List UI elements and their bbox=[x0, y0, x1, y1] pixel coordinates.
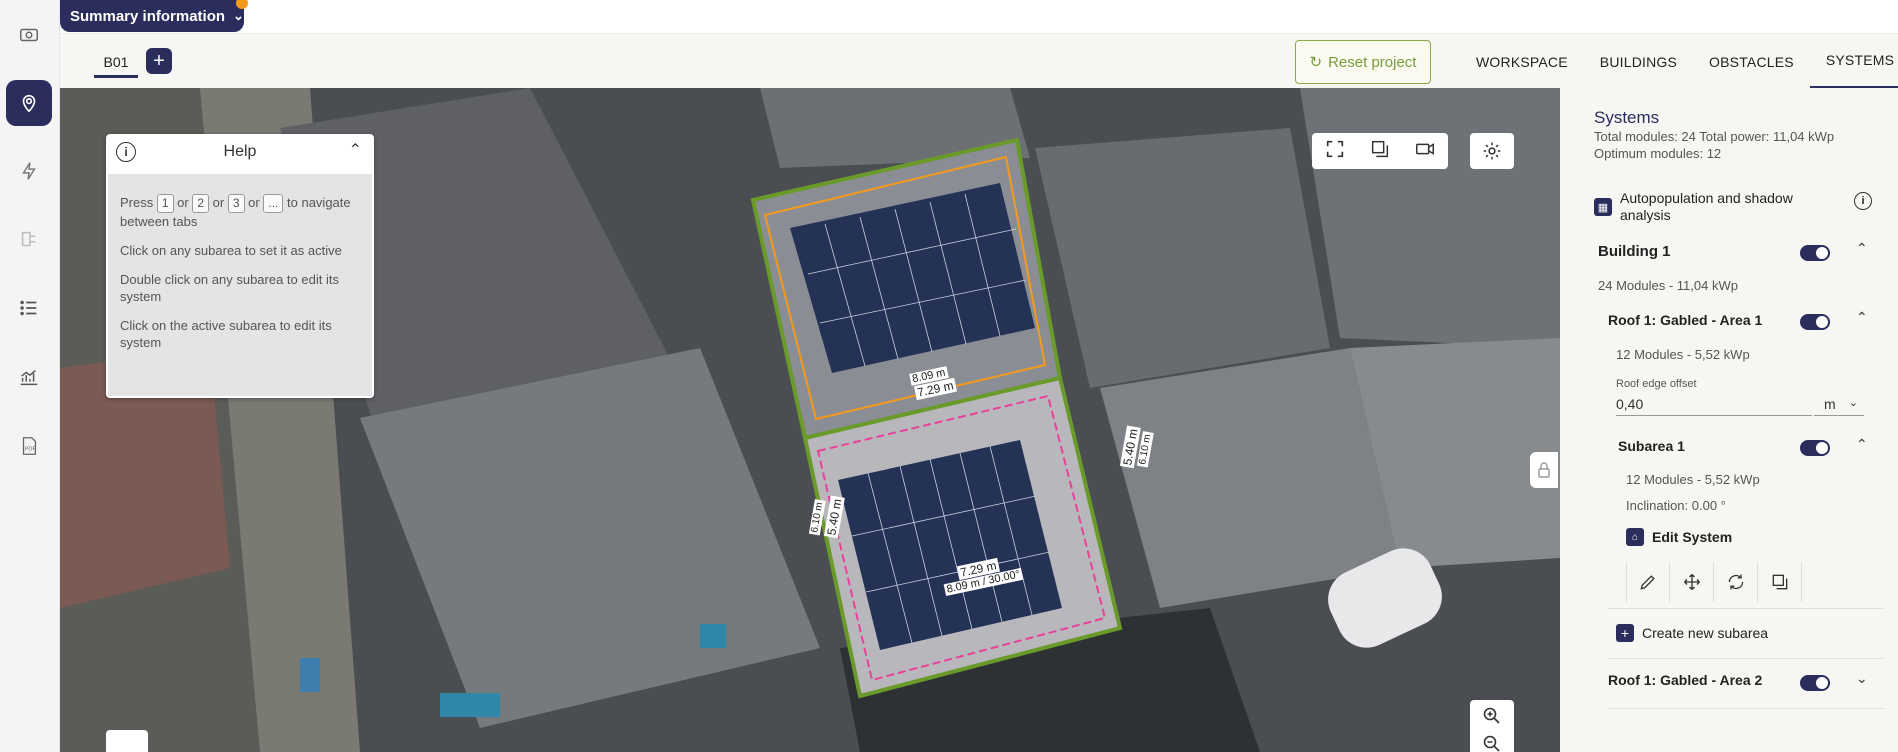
key-more: ... bbox=[263, 194, 284, 213]
roof-area-2-toggle[interactable] bbox=[1800, 675, 1830, 691]
key-1: 1 bbox=[156, 194, 174, 213]
roof-area-1-toggle[interactable] bbox=[1800, 314, 1830, 330]
autopopulation-label: Autopopulation and shadow analysis bbox=[1620, 190, 1793, 223]
subarea-1-label[interactable]: Subarea 1 bbox=[1618, 438, 1685, 454]
settings-gear-icon[interactable] bbox=[1470, 133, 1514, 169]
reset-project-button[interactable]: ↻ Reset project bbox=[1295, 40, 1431, 84]
building-1-toggle[interactable] bbox=[1800, 245, 1830, 261]
grid-icon: ▦ bbox=[1594, 198, 1612, 216]
help-line-keys: Press 1 or 2 or 3 or ... to navigate bet… bbox=[120, 194, 351, 229]
help-line-edit: Click on the active subarea to edit its … bbox=[120, 318, 332, 350]
create-subarea-button[interactable]: + Create new subarea bbox=[1616, 624, 1768, 642]
roof-edge-offset-input[interactable]: 0,40 bbox=[1616, 396, 1812, 416]
left-navigation-rail: PDF bbox=[0, 0, 60, 752]
building-1-summary: 24 Modules - 11,04 kWp bbox=[1598, 278, 1738, 293]
help-title: Help bbox=[223, 143, 257, 160]
unit-select[interactable]: m ⌄ bbox=[1814, 396, 1864, 416]
video-camera-icon[interactable] bbox=[1414, 138, 1436, 165]
fullscreen-icon[interactable] bbox=[1324, 138, 1346, 165]
chevron-up-icon[interactable]: ⌃ bbox=[349, 140, 362, 160]
pdf-icon[interactable]: PDF bbox=[6, 423, 52, 469]
edit-system-label: Edit System bbox=[1652, 529, 1733, 545]
tab-systems[interactable]: SYSTEMS bbox=[1809, 34, 1898, 89]
help-line-double-click: Double click on any subarea to edit its … bbox=[120, 272, 339, 304]
key-2: 2 bbox=[192, 194, 210, 213]
duplicate-icon[interactable] bbox=[1758, 562, 1802, 602]
map-layers-icon[interactable] bbox=[1369, 138, 1391, 165]
chart-icon[interactable] bbox=[6, 354, 52, 400]
subarea-1-toggle[interactable] bbox=[1800, 440, 1830, 456]
main-tabs: WORKSPACE BUILDINGS OBSTACLES SYSTEMS bbox=[1460, 34, 1898, 89]
roof-area-1-label[interactable]: Roof 1: Gabled - Area 1 bbox=[1608, 312, 1762, 328]
edit-system-button[interactable]: ⌂ Edit System bbox=[1626, 528, 1732, 546]
help-panel: i Help ⌃ Press 1 or 2 or 3 or ... to nav… bbox=[106, 134, 374, 398]
systems-panel: Systems Total modules: 24 Total power: 1… bbox=[1560, 88, 1898, 752]
roof-edge-offset-label: Roof edge offset bbox=[1616, 378, 1697, 390]
rotate-icon[interactable] bbox=[1714, 562, 1758, 602]
systems-optimum: Optimum modules: 12 bbox=[1594, 146, 1722, 161]
systems-title: Systems bbox=[1594, 108, 1660, 127]
key-3: 3 bbox=[227, 194, 245, 213]
help-body: Press 1 or 2 or 3 or ... to navigate bet… bbox=[108, 174, 372, 396]
help-line-active: Click on any subarea to set it as active bbox=[120, 243, 342, 258]
chevron-up-icon[interactable]: ⌃ bbox=[1856, 309, 1868, 326]
chevron-down-icon[interactable]: ⌄ bbox=[1856, 670, 1868, 687]
refresh-icon: ↻ bbox=[1309, 54, 1323, 71]
building-1-label[interactable]: Building 1 bbox=[1598, 243, 1671, 260]
autopopulation-row[interactable]: ▦ Autopopulation and shadow analysis i bbox=[1594, 190, 1874, 224]
systems-totals: Total modules: 24 Total power: 11,04 kWp bbox=[1594, 129, 1835, 144]
tab-workspace[interactable]: WORKSPACE bbox=[1460, 34, 1584, 89]
building-tab-b01[interactable]: B01 bbox=[94, 48, 138, 78]
notification-dot bbox=[236, 0, 248, 9]
location-pin-icon[interactable] bbox=[6, 80, 52, 126]
app-root: PDF Summary information ⌄ B01 + ↻ Reset … bbox=[0, 0, 1898, 752]
zoom-controls bbox=[1470, 700, 1514, 752]
map-toolbar bbox=[1312, 133, 1448, 169]
subarea-1-inclination: Inclination: 0.00 ° bbox=[1626, 498, 1726, 513]
chevron-down-icon: ⌄ bbox=[233, 8, 244, 23]
roof-area-2-label[interactable]: Roof 1: Gabled - Area 2 bbox=[1608, 672, 1762, 688]
help-header[interactable]: i Help ⌃ bbox=[106, 134, 374, 170]
subarea-tool-row bbox=[1626, 562, 1802, 602]
divider bbox=[1608, 658, 1884, 659]
pencil-icon[interactable] bbox=[1626, 562, 1670, 602]
reset-project-label: Reset project bbox=[1328, 53, 1417, 71]
street-view-pegman-icon[interactable] bbox=[106, 730, 148, 752]
add-building-tab-button[interactable]: + bbox=[146, 48, 172, 74]
info-icon: i bbox=[116, 142, 136, 162]
summary-label: Summary information bbox=[70, 7, 226, 25]
list-icon[interactable] bbox=[6, 285, 52, 331]
house-icon: ⌂ bbox=[1626, 528, 1644, 546]
divider bbox=[1608, 608, 1884, 609]
roof-area-1-summary: 12 Modules - 5,52 kWp bbox=[1616, 347, 1750, 362]
tab-buildings[interactable]: BUILDINGS bbox=[1584, 34, 1693, 89]
chevron-down-icon: ⌄ bbox=[1848, 397, 1858, 409]
svg-text:PDF: PDF bbox=[25, 447, 36, 453]
money-icon[interactable] bbox=[6, 12, 52, 58]
create-subarea-label: Create new subarea bbox=[1642, 625, 1769, 641]
move-icon[interactable] bbox=[1670, 562, 1714, 602]
top-bar: B01 + ↻ Reset project WORKSPACE BUILDING… bbox=[60, 33, 1898, 89]
lightning-icon[interactable] bbox=[6, 148, 52, 194]
plus-icon: + bbox=[1616, 624, 1634, 642]
tab-obstacles[interactable]: OBSTACLES bbox=[1693, 34, 1810, 89]
lock-icon[interactable] bbox=[1530, 452, 1558, 488]
chevron-up-icon[interactable]: ⌃ bbox=[1856, 436, 1868, 453]
divider bbox=[1608, 708, 1884, 709]
chevron-up-icon[interactable]: ⌃ bbox=[1856, 240, 1868, 257]
zoom-in-icon[interactable] bbox=[1482, 706, 1502, 726]
summary-information-dropdown[interactable]: Summary information ⌄ bbox=[60, 0, 244, 32]
info-icon[interactable]: i bbox=[1854, 192, 1872, 210]
subarea-1-summary: 12 Modules - 5,52 kWp bbox=[1626, 472, 1760, 487]
zoom-out-icon[interactable] bbox=[1482, 734, 1502, 752]
wiring-icon[interactable] bbox=[6, 216, 52, 262]
